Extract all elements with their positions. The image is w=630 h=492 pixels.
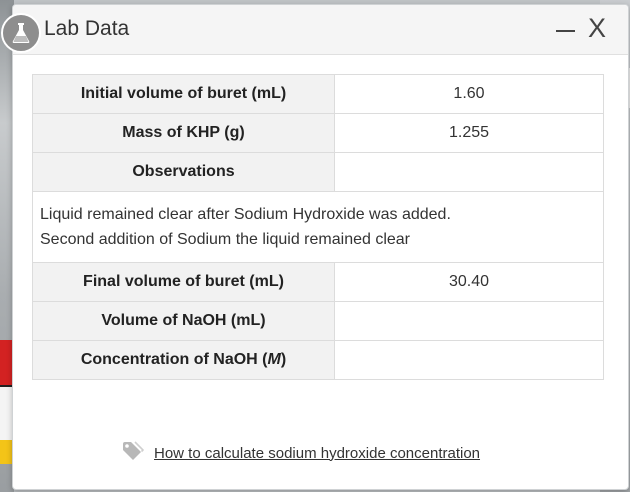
flask-icon [1, 13, 41, 53]
lab-data-dialog: Lab Data X Initial volume of buret (mL) … [1, 4, 629, 490]
observations-header-value [334, 152, 604, 192]
final-volume-label: Final volume of buret (mL) [32, 262, 335, 302]
dialog-titlebar[interactable]: Lab Data X [1, 5, 628, 55]
naoh-volume-label: Volume of NaOH (mL) [32, 301, 335, 341]
tag-icon [122, 440, 145, 466]
lab-data-table: Initial volume of buret (mL) 1.60 Mass o… [32, 74, 604, 380]
initial-volume-label: Initial volume of buret (mL) [32, 74, 335, 114]
khp-mass-value[interactable]: 1.255 [334, 113, 604, 153]
naoh-concentration-label: Concentration of NaOH (M) [32, 340, 335, 380]
final-volume-value[interactable]: 30.40 [334, 262, 604, 302]
table-row: Final volume of buret (mL) 30.40 [32, 262, 604, 302]
table-row: Initial volume of buret (mL) 1.60 [32, 74, 604, 114]
concentration-label-prefix: Concentration of NaOH ( [80, 351, 268, 368]
initial-volume-value[interactable]: 1.60 [334, 74, 604, 114]
observations-label: Observations [32, 152, 335, 192]
table-row: Mass of KHP (g) 1.255 [32, 113, 604, 153]
molarity-unit: M [267, 351, 281, 368]
table-row: Liquid remained clear after Sodium Hydro… [32, 191, 604, 263]
observations-text: Liquid remained clear after Sodium Hydro… [33, 192, 603, 262]
naoh-volume-value[interactable] [334, 301, 604, 341]
observations-field[interactable]: Liquid remained clear after Sodium Hydro… [32, 191, 604, 263]
observation-line: Liquid remained clear after Sodium Hydro… [40, 206, 451, 223]
naoh-concentration-value[interactable] [334, 340, 604, 380]
help-link[interactable]: How to calculate sodium hydroxide concen… [122, 440, 480, 466]
table-row: Observations [32, 152, 604, 192]
table-row: Concentration of NaOH (M) [32, 340, 604, 380]
observation-line: Second addition of Sodium the liquid rem… [40, 231, 411, 248]
help-link-text[interactable]: How to calculate sodium hydroxide concen… [154, 445, 480, 462]
concentration-label-suffix: ) [280, 351, 287, 368]
close-button[interactable]: X [584, 13, 610, 43]
minimize-button[interactable] [554, 17, 578, 43]
dialog-title: Lab Data [44, 17, 130, 40]
khp-mass-label: Mass of KHP (g) [32, 113, 335, 153]
table-row: Volume of NaOH (mL) [32, 301, 604, 341]
